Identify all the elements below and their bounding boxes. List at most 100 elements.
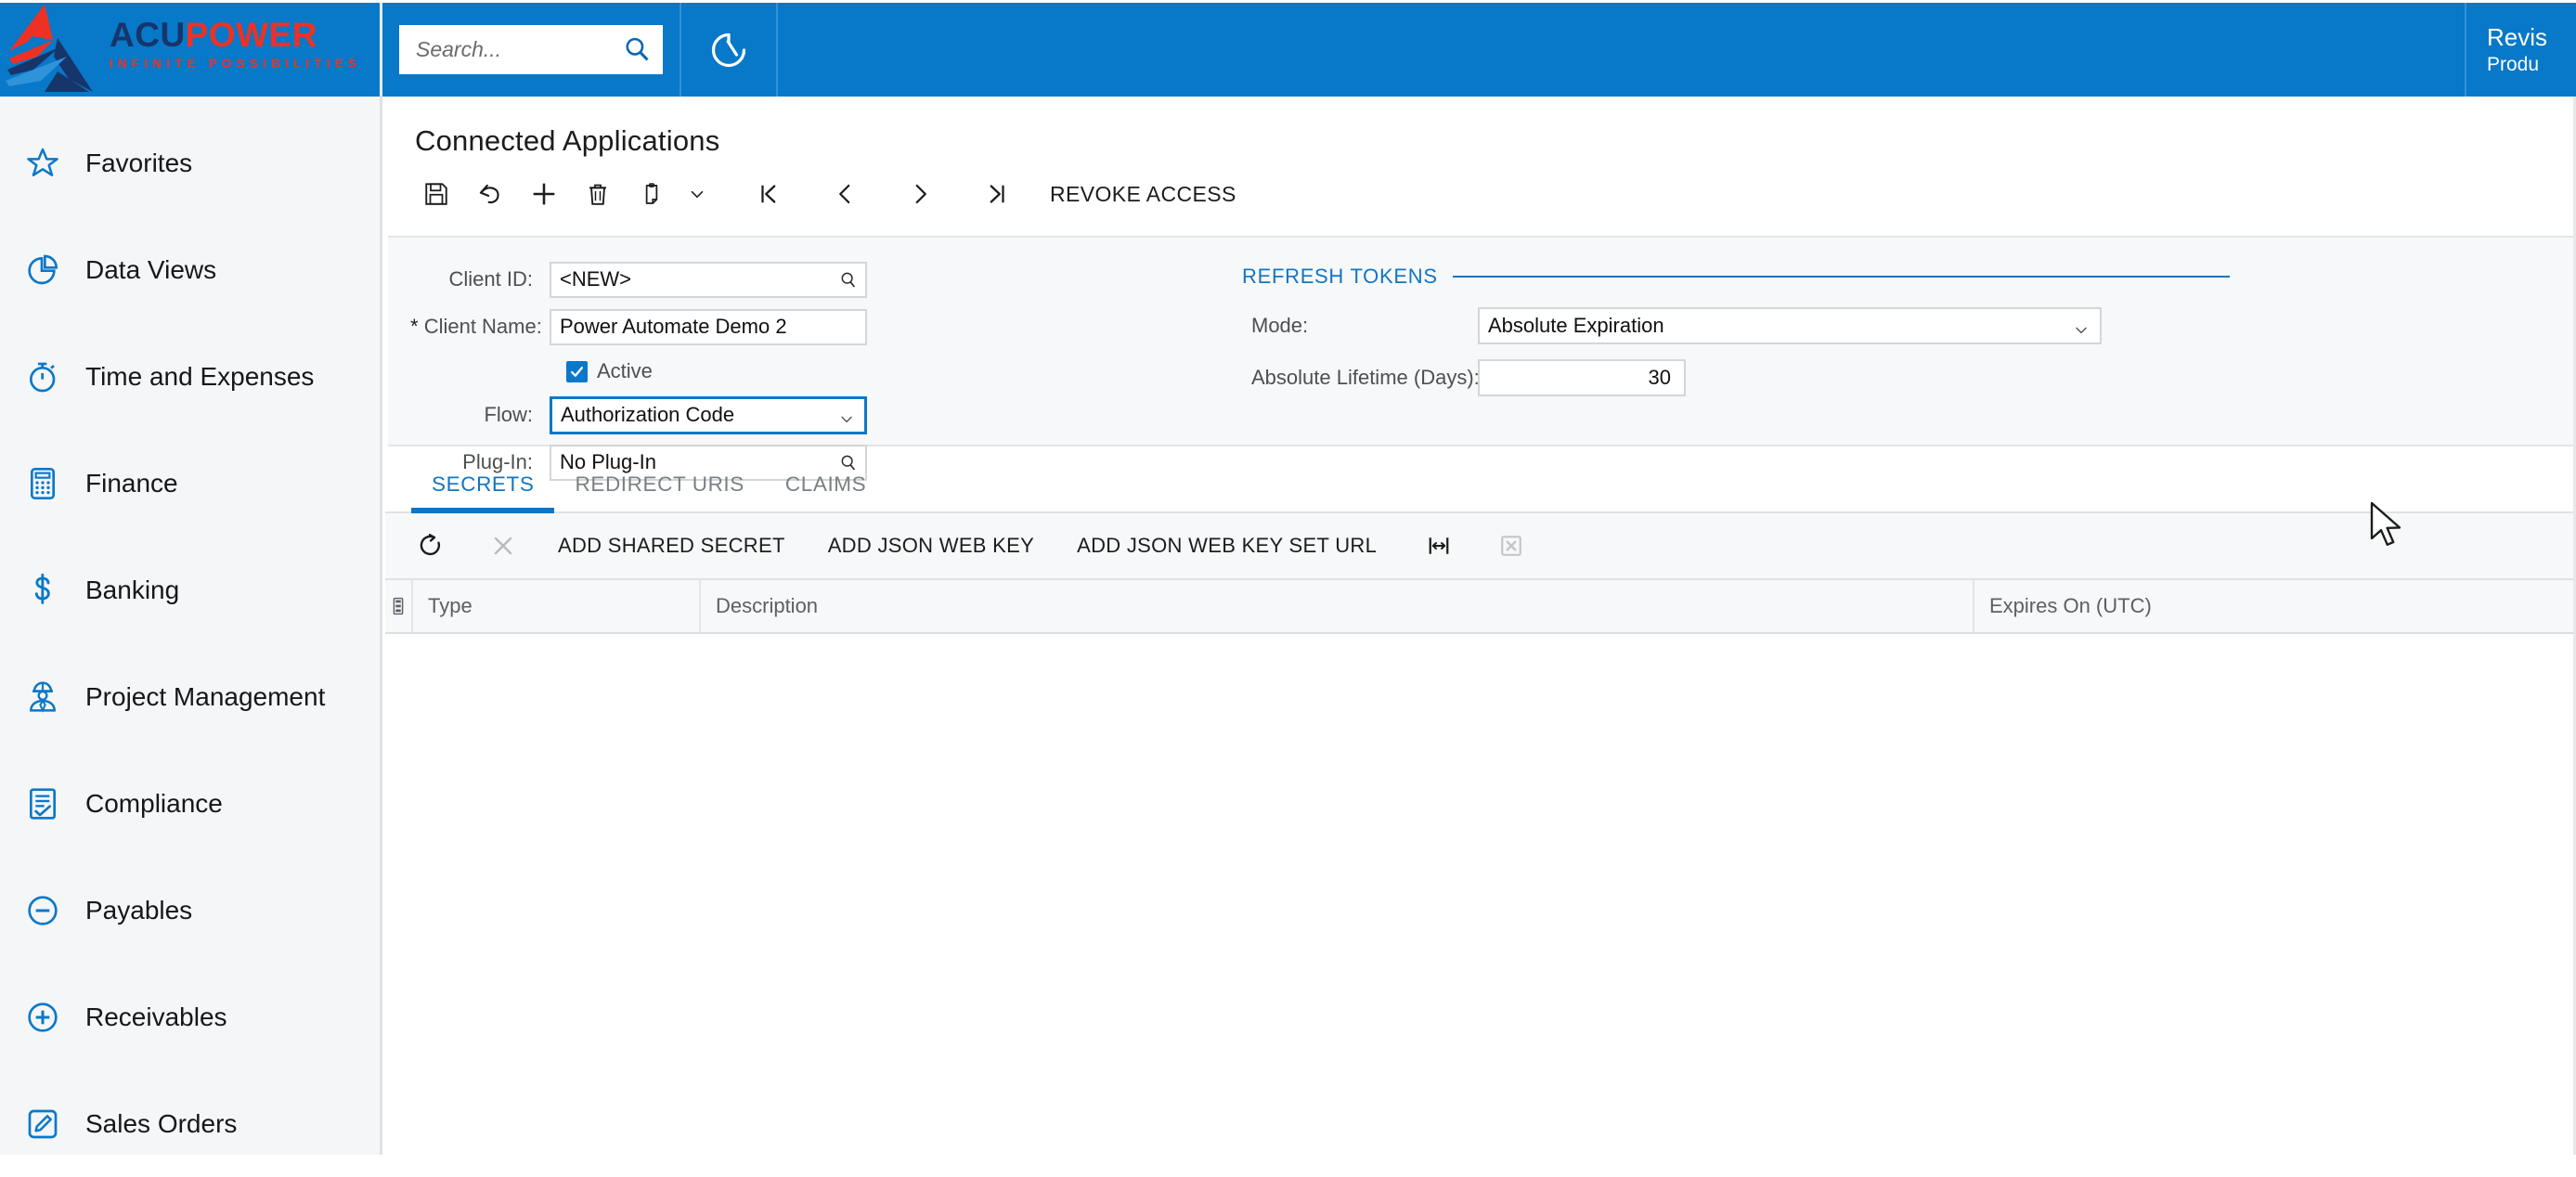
mode-label: Mode: bbox=[1251, 314, 1309, 337]
delete-record-button[interactable] bbox=[571, 167, 625, 221]
pie-chart-icon bbox=[24, 252, 85, 289]
search-container bbox=[382, 3, 680, 97]
refresh-icon bbox=[420, 534, 441, 556]
client-id-label: Client ID: bbox=[448, 267, 533, 291]
section-divider bbox=[1452, 276, 2230, 278]
main-content-area: Connected Applications REVOKE ACCESS Cli… bbox=[385, 97, 2576, 1155]
sidebar-item-finance[interactable]: Finance bbox=[0, 430, 380, 537]
main-sidebar: Favorites Data Views Time and Expenses F… bbox=[0, 97, 382, 1155]
sidebar-item-favorites[interactable]: Favorites bbox=[0, 110, 380, 216]
tab-secrets[interactable]: SECRETS bbox=[411, 472, 555, 513]
pencil-square-icon bbox=[24, 1106, 85, 1143]
undo-icon bbox=[479, 184, 499, 204]
chevron-down-icon bbox=[691, 190, 704, 198]
active-checkbox[interactable] bbox=[566, 360, 588, 382]
refresh-tokens-title: REFRESH TOKENS bbox=[1242, 265, 1438, 288]
column-config-button[interactable] bbox=[385, 580, 413, 632]
checklist-icon bbox=[24, 785, 85, 822]
add-json-web-key-button[interactable]: ADD JSON WEB KEY bbox=[813, 534, 1049, 558]
sidebar-item-project-management[interactable]: Project Management bbox=[0, 643, 380, 750]
absolute-lifetime-input[interactable] bbox=[1478, 359, 1686, 396]
refresh-tokens-header: REFRESH TOKENS bbox=[1242, 258, 2245, 295]
logo-wordmark: ACUPOWER INFINITE POSSIBILITIES bbox=[110, 16, 361, 71]
sidebar-item-label: Banking bbox=[85, 575, 180, 604]
revoke-access-button[interactable]: REVOKE ACCESS bbox=[1037, 182, 1253, 207]
star-icon bbox=[24, 145, 85, 182]
plus-icon bbox=[533, 183, 555, 205]
calculator-icon bbox=[24, 465, 85, 502]
app-logo[interactable]: ACUPOWER INFINITE POSSIBILITIES bbox=[0, 3, 382, 97]
flow-select[interactable] bbox=[550, 395, 867, 434]
clipboard-button[interactable] bbox=[625, 167, 679, 221]
save-icon bbox=[425, 183, 447, 205]
grid-refresh-button[interactable] bbox=[406, 521, 456, 571]
plus-circle-icon bbox=[24, 999, 85, 1036]
mode-select-value: Absolute Expiration bbox=[1488, 314, 1664, 337]
record-toolbar: REVOKE ACCESS bbox=[385, 158, 2576, 230]
client-id-control bbox=[550, 261, 867, 298]
close-x-icon bbox=[494, 537, 512, 555]
flow-control bbox=[550, 395, 867, 434]
grid-body[interactable] bbox=[385, 634, 2576, 979]
sidebar-item-label: Finance bbox=[85, 468, 178, 498]
check-icon bbox=[570, 366, 584, 377]
sidebar-item-data-views[interactable]: Data Views bbox=[0, 216, 380, 323]
tab-claims[interactable]: CLAIMS bbox=[765, 472, 887, 511]
first-record-icon bbox=[761, 185, 776, 203]
client-name-control bbox=[550, 308, 867, 345]
company-name-line1: Revis bbox=[2487, 23, 2548, 51]
clipboard-dropdown-button[interactable] bbox=[679, 184, 716, 204]
client-id-input[interactable] bbox=[550, 261, 867, 298]
grid-column-header-expires-on[interactable]: Expires On (UTC) bbox=[1974, 580, 2574, 632]
add-json-web-key-set-url-button[interactable]: ADD JSON WEB KEY SET URL bbox=[1062, 534, 1392, 558]
first-record-button[interactable] bbox=[742, 167, 796, 221]
absolute-lifetime-row: Absolute Lifetime (Days): bbox=[1242, 356, 2245, 399]
undo-button[interactable] bbox=[463, 167, 517, 221]
sidebar-item-sales-orders[interactable]: Sales Orders bbox=[0, 1070, 380, 1177]
save-button[interactable] bbox=[409, 167, 463, 221]
mode-select[interactable]: Absolute Expiration bbox=[1478, 307, 2102, 344]
last-record-icon bbox=[990, 185, 1004, 203]
company-name-line2: Produ bbox=[2487, 54, 2540, 75]
tab-redirect-uris[interactable]: REDIRECT URIS bbox=[554, 472, 764, 511]
mouse-cursor bbox=[2370, 501, 2401, 546]
sidebar-item-receivables[interactable]: Receivables bbox=[0, 964, 380, 1070]
add-shared-secret-button[interactable]: ADD SHARED SECRET bbox=[543, 534, 800, 558]
form-left-column: Client ID: * Client Name: bbox=[388, 258, 1223, 481]
client-name-input[interactable] bbox=[550, 308, 867, 345]
header-spacer bbox=[778, 3, 2466, 97]
previous-record-button[interactable] bbox=[818, 167, 872, 221]
worker-icon bbox=[24, 679, 85, 716]
sidebar-item-compliance[interactable]: Compliance bbox=[0, 750, 380, 857]
fit-columns-icon bbox=[1429, 537, 1449, 554]
minus-circle-icon bbox=[24, 892, 85, 929]
record-form-panel: Client ID: * Client Name: bbox=[388, 236, 2576, 481]
next-record-button[interactable] bbox=[894, 167, 948, 221]
grid-column-header-type[interactable]: Type bbox=[413, 580, 701, 632]
export-excel-icon bbox=[1501, 536, 1521, 556]
page-title: Connected Applications bbox=[415, 124, 720, 157]
mode-row: Mode: Absolute Expiration bbox=[1242, 304, 2245, 347]
fit-columns-button[interactable] bbox=[1414, 521, 1464, 571]
grid-cancel-button[interactable] bbox=[478, 521, 528, 571]
search-box[interactable] bbox=[399, 25, 663, 74]
last-record-button[interactable] bbox=[970, 167, 1024, 221]
client-name-label-text: Client Name: bbox=[423, 315, 542, 338]
grid-column-header-description[interactable]: Description bbox=[701, 580, 1974, 632]
recent-history-button[interactable] bbox=[680, 3, 778, 97]
search-input[interactable] bbox=[416, 37, 629, 62]
search-icon[interactable] bbox=[623, 35, 652, 64]
sidebar-item-payables[interactable]: Payables bbox=[0, 857, 380, 964]
sidebar-item-time-and-expenses[interactable]: Time and Expenses bbox=[0, 323, 380, 430]
logo-word-power: POWER bbox=[185, 16, 317, 54]
client-id-row: Client ID: bbox=[410, 258, 1223, 301]
sidebar-item-banking[interactable]: Banking bbox=[0, 537, 380, 643]
company-selector[interactable]: Revis Produ bbox=[2466, 3, 2576, 97]
required-asterisk: * bbox=[410, 315, 419, 338]
absolute-lifetime-label: Absolute Lifetime (Days): bbox=[1251, 366, 1480, 389]
trash-icon bbox=[589, 184, 607, 205]
logo-tagline: INFINITE POSSIBILITIES bbox=[110, 57, 362, 71]
refresh-tokens-section: REFRESH TOKENS Mode: Absolute Expiration… bbox=[1223, 258, 2245, 445]
add-record-button[interactable] bbox=[517, 167, 571, 221]
export-to-excel-button[interactable] bbox=[1486, 521, 1536, 571]
